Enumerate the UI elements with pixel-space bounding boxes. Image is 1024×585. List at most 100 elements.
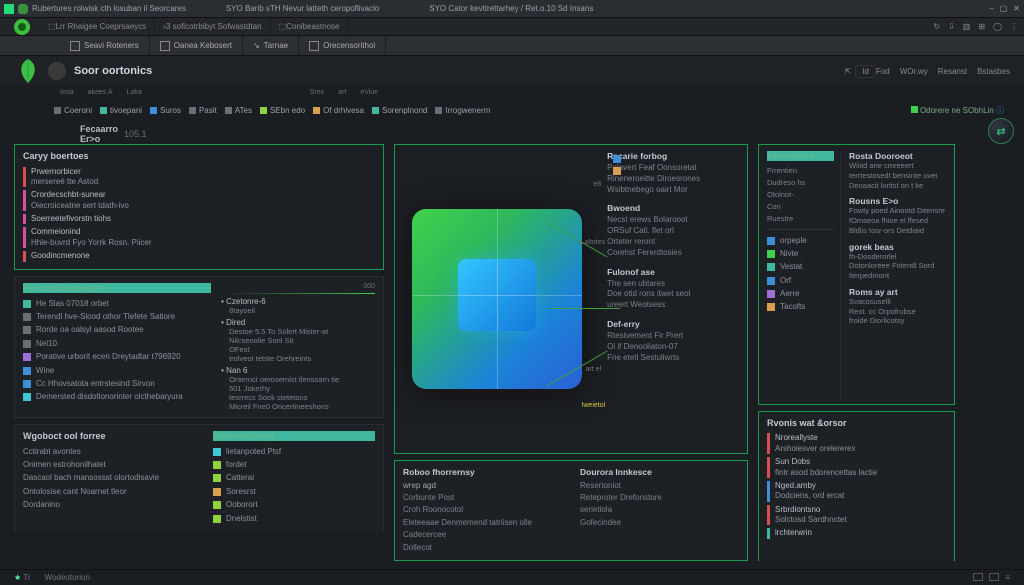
list-item[interactable]: Crordecschbt-sunearOiecroiceatne sert td… — [23, 189, 375, 213]
cube-visual: e8 a altotes art el Iweietol — [395, 145, 599, 453]
list-item[interactable]: Goodincmenone — [23, 250, 375, 263]
list-item[interactable]: Demersted disdotlonorinter olcthebaryura — [23, 391, 211, 404]
list-item[interactable]: Nel10 — [23, 337, 211, 350]
chip-item[interactable]: Orf — [767, 274, 834, 287]
list-item[interactable]: Porative urborit ecen Dreytadtar t796920 — [23, 351, 211, 364]
list-item[interactable]: Ooborort — [213, 499, 375, 512]
status-icon[interactable] — [989, 573, 999, 581]
tab-2[interactable]: › 3 soficotrbibyt Sofwastdtan — [155, 18, 270, 35]
list-item[interactable]: He Slas 07018 orbet — [23, 297, 211, 310]
panel-icon[interactable]: ▥ — [963, 22, 971, 31]
chip-item[interactable]: Tacofts — [767, 301, 834, 314]
list-item[interactable]: Soresrst — [213, 485, 375, 498]
chip-item[interactable]: Vestat — [767, 261, 834, 274]
hdr-d[interactable]: Bstasbes — [977, 67, 1010, 76]
list-item[interactable]: Catterai — [213, 472, 375, 485]
brand-icon[interactable] — [14, 19, 30, 35]
sub-header: Ieoa akees A Laka Srex art eViue — [0, 86, 1024, 98]
list-item: Corbunte Post — [403, 492, 562, 504]
list-item[interactable]: Cc Hhovsatota entrstesind Sirvon — [23, 377, 211, 390]
chip-item[interactable]: Aerre — [767, 288, 834, 301]
list-item[interactable]: NroreallysteArshoiesver orelererex — [767, 432, 946, 456]
square-icon — [613, 167, 621, 175]
right-column: Ferostrono FrrentienDudreso hsOtolnot-Co… — [758, 144, 955, 561]
hdr-b[interactable]: WOr.wy — [900, 67, 928, 76]
tool-4[interactable]: Orecensorithoi — [299, 36, 386, 55]
list-item[interactable]: Nged.ambyDodciens, ord ercat — [767, 479, 946, 503]
filter-pill[interactable]: SEbn edo — [260, 106, 305, 115]
list-item: Croh Roonocotol — [403, 504, 562, 516]
download-icon[interactable]: ⇩ — [948, 22, 955, 31]
list-item[interactable]: Rorde oa oalsyl aasod Rootee — [23, 324, 211, 337]
tool-3[interactable]: ↘Tarnae — [243, 36, 299, 55]
list-item[interactable]: Wine — [23, 364, 211, 377]
filter-pill[interactable]: Suros — [150, 106, 181, 115]
sub-heading: • Czetonre-6 — [221, 297, 375, 306]
filter-pill[interactable]: Irrogwenerm — [435, 106, 490, 115]
bcol-b: Dourora Innkesce ResertoniotReteproter D… — [580, 467, 739, 554]
list-item: 8tayoeil — [221, 306, 375, 315]
status-icon[interactable] — [973, 573, 983, 581]
filter-pill[interactable]: tivoepani — [100, 106, 142, 115]
grid-icon[interactable]: ⊞ — [978, 22, 985, 31]
chip-item[interactable]: orpeple — [767, 234, 834, 247]
list-item[interactable]: Prwernorbicermersereé tte Astod — [23, 165, 375, 189]
panel-title: Roborarrthrug — [213, 431, 375, 441]
export-icon[interactable]: ⇱ — [845, 67, 852, 76]
list-item: Cadecercee — [403, 529, 562, 541]
center-visual-panel: e8 a altotes art el Iweietol Recarie for… — [394, 144, 748, 454]
filter-pill[interactable]: Of drhivesa — [313, 106, 364, 115]
list-item: serietiola — [580, 504, 739, 516]
hdr-c[interactable]: Resanst — [938, 67, 967, 76]
page-title: Soor oortonics — [74, 65, 152, 77]
status-icon[interactable]: ≡ — [1005, 573, 1010, 582]
list-item[interactable]: Dnelstist — [213, 512, 375, 525]
panel-title: Ferostrono — [767, 151, 834, 161]
list-item: Dascaol bach mansossst olortodisavie — [23, 472, 203, 485]
filter-pill[interactable]: Sorenplnond — [372, 106, 427, 115]
close-icon[interactable]: ✕ — [1013, 4, 1020, 13]
floating-action[interactable]: ⇄ — [988, 118, 1014, 144]
list-item[interactable]: fordet — [213, 459, 375, 472]
mini-item[interactable]: Otolnot- — [767, 189, 834, 201]
list-item[interactable]: Sun Dobsfintr asod bdorencettas lactie — [767, 456, 946, 480]
filter-pill[interactable]: ATes — [225, 106, 252, 115]
filter-pill[interactable]: Coeroni — [54, 106, 92, 115]
mini-item[interactable]: Dudreso hs — [767, 177, 834, 189]
cube-label: a altotes — [579, 239, 605, 246]
list-item[interactable]: lrchterwrin — [767, 527, 946, 540]
list-item[interactable]: CommeionindHhle-buvrd Fyo Yorrk Rosn. Pi… — [23, 226, 375, 250]
chip-item[interactable]: Nivte — [767, 247, 834, 260]
panel-below-center: Roboo fhorrernsy wrep agd Corbunte PostC… — [394, 460, 748, 561]
mini-item[interactable]: Ruestre — [767, 213, 834, 225]
avatar[interactable] — [48, 62, 66, 80]
sub-heading: • Nan 6 — [221, 366, 375, 375]
tool-2[interactable]: Oanea Kebosert — [150, 36, 243, 55]
bcol-a: Roboo fhorrernsy wrep agd Corbunte PostC… — [403, 467, 562, 554]
info-group: gorek beasfh-DooderorlelDotonloreee Fote… — [849, 242, 946, 281]
filter-pill[interactable]: Pasit — [189, 106, 217, 115]
status-b: Wodeotorion — [45, 573, 90, 582]
more-icon[interactable]: ⋮ — [1010, 22, 1018, 31]
list-item[interactable]: Soerreetefivorstn tiohs — [23, 213, 375, 226]
user-icon[interactable]: ◯ — [993, 22, 1002, 31]
info-group: Rousns E>oFowty poed Ainootd DitensrefOm… — [849, 196, 946, 235]
mini-item[interactable]: Frrentien — [767, 165, 834, 177]
hdr-a[interactable]: Fod — [876, 67, 890, 76]
side-group: BwoendNecst erews BolaroootORSuf Cati. f… — [607, 203, 739, 258]
list-item: Micreil Fne0 Oricertineeshons — [221, 402, 375, 411]
mini-item[interactable]: Con — [767, 201, 834, 213]
chip-id[interactable]: Id — [855, 65, 876, 78]
maximize-icon[interactable]: ▢ — [1000, 4, 1008, 13]
list-item[interactable]: SrbrdiontsnoSolctosd Sardhnctet — [767, 503, 946, 527]
tab-1[interactable]: ⬚ Lrr Rhaigee Coeprsaeycs — [40, 18, 155, 35]
panel-rvonis: Rvonis wat &orsor NroreallysteArshoiesve… — [758, 411, 955, 561]
sync-icon[interactable]: ↻ — [933, 22, 940, 31]
minimize-icon[interactable]: – — [989, 4, 993, 13]
status-bar: ★ Tr Wodeotorion ≡ — [0, 569, 1024, 585]
tab-3[interactable]: ⬚ Conibeastnose — [271, 18, 349, 35]
tool-1[interactable]: Seavi Roteners — [60, 36, 150, 55]
list-item: Ontolosise cant Noarnet tleor — [23, 485, 203, 498]
list-item[interactable]: Terendl hve-Slood othor Tlefete Satiore — [23, 311, 211, 324]
list-item[interactable]: lietanpoted Ptsf — [213, 445, 375, 458]
